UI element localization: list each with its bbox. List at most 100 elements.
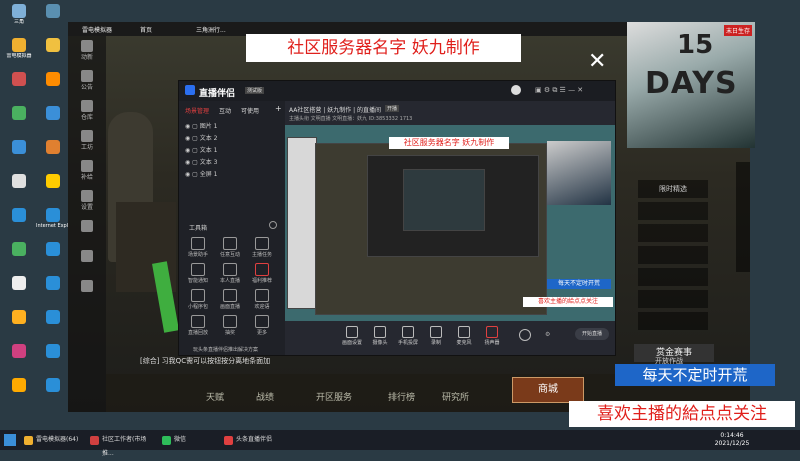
right-menu-item[interactable] — [638, 224, 708, 242]
mic-settings-icon[interactable] — [519, 329, 531, 341]
desktop-icon[interactable]: Internet Explorer — [36, 208, 70, 229]
desktop-icon[interactable] — [2, 344, 36, 359]
settings-icon[interactable] — [269, 221, 277, 229]
tool-item[interactable]: 本人直播 — [219, 263, 241, 284]
desktop-icon[interactable] — [36, 106, 70, 121]
game-sidebar-item[interactable] — [68, 216, 106, 246]
desktop-icon[interactable] — [2, 106, 36, 121]
desktop-icon[interactable] — [2, 378, 36, 393]
scene-item[interactable]: ◉ ▢ 文本 3 — [185, 157, 217, 168]
tool-item[interactable]: 欢迎语 — [251, 289, 273, 310]
app-icon — [12, 4, 26, 18]
game-sidebar-item[interactable]: 动新 — [68, 36, 106, 66]
taskbar-app[interactable]: 雷电模拟器(64) — [22, 433, 82, 447]
desktop-icon[interactable] — [36, 276, 70, 291]
desktop-icon[interactable]: 三角 — [2, 4, 36, 25]
tool-item[interactable]: 主播任务 — [251, 237, 273, 258]
tool-item[interactable]: 智能通知 — [187, 263, 209, 284]
right-menu-item[interactable] — [638, 290, 708, 308]
menu-rank[interactable]: 排行榜 — [388, 390, 415, 403]
tool-label: 本人直播 — [219, 278, 240, 284]
desktop-icon[interactable] — [2, 242, 36, 257]
stream-control[interactable]: 手机投屏 — [395, 326, 421, 346]
tab-interact[interactable]: 互动 — [219, 106, 231, 115]
tab-home[interactable]: 首页 — [140, 25, 152, 34]
store-button[interactable]: 商城 — [512, 377, 584, 403]
sidebar-icon — [81, 250, 93, 262]
taskbar-app[interactable]: 微信 — [160, 433, 216, 447]
eye-icon[interactable]: ◉ ▢ — [185, 171, 200, 178]
right-menu-item[interactable] — [638, 246, 708, 264]
game-sidebar-item[interactable]: 工坊 — [68, 126, 106, 156]
eye-icon[interactable]: ◉ ▢ — [185, 159, 200, 166]
scene-item[interactable]: ◉ ▢ 全屏 1 — [185, 169, 217, 180]
app-icon — [46, 378, 60, 392]
desktop-icon[interactable]: 雷电模拟器 — [2, 38, 36, 59]
tool-item[interactable]: 福利推荐 — [251, 263, 273, 284]
tool-item[interactable]: 任意互动 — [219, 237, 241, 258]
desktop-icon[interactable] — [36, 140, 70, 155]
tool-item[interactable]: 画面直播 — [219, 289, 241, 310]
tab-game[interactable]: 三角洲行... — [196, 25, 226, 34]
windows-start-icon[interactable] — [4, 434, 16, 446]
game-sidebar-item[interactable] — [68, 246, 106, 276]
tab-available[interactable]: 可使用 — [241, 106, 259, 115]
desktop-icon[interactable] — [2, 310, 36, 325]
right-menu-item[interactable] — [638, 312, 708, 330]
desktop-icon[interactable] — [36, 242, 70, 257]
game-sidebar-item[interactable]: 仓库 — [68, 96, 106, 126]
stream-control[interactable]: 录制 — [423, 326, 449, 346]
desktop-icon[interactable] — [36, 38, 70, 53]
eye-icon[interactable]: ◉ ▢ — [185, 147, 200, 154]
right-menu-item[interactable] — [638, 268, 708, 286]
game-sidebar-item[interactable]: 设置 — [68, 186, 106, 216]
tool-item[interactable]: 场景助手 — [187, 237, 209, 258]
desktop-icon[interactable] — [36, 310, 70, 325]
close-icon[interactable]: ✕ — [588, 49, 606, 74]
taskbar-app[interactable]: 社区工作者(市场推... — [88, 433, 156, 457]
gear-icon[interactable]: ⚙ — [545, 331, 550, 338]
menu-open-service[interactable]: 开区服务 — [316, 390, 352, 403]
desktop-icon[interactable] — [36, 174, 70, 189]
stream-control[interactable]: 麦克风 — [451, 326, 477, 346]
tab-scene-manage[interactable]: 场景管理 — [185, 106, 209, 115]
desktop-icon[interactable] — [2, 276, 36, 291]
taskbar-app[interactable]: 头条直播伴侣 — [222, 433, 292, 447]
scene-item[interactable]: ◉ ▢ 文本 1 — [185, 145, 217, 156]
menu-lab[interactable]: 研究所 — [442, 390, 469, 403]
start-live-button[interactable]: 开始直播 — [575, 328, 609, 340]
scene-item[interactable]: ◉ ▢ 图片 1 — [185, 121, 217, 132]
stream-control[interactable]: 画面设置 — [339, 326, 365, 346]
avatar[interactable] — [511, 85, 521, 95]
game-sidebar-item[interactable] — [68, 276, 106, 306]
eye-icon[interactable]: ◉ ▢ — [185, 123, 200, 130]
tool-item[interactable]: 小程序包 — [187, 289, 209, 310]
desktop-icon[interactable] — [2, 208, 36, 223]
desktop-icon[interactable] — [36, 4, 70, 19]
desktop-icon[interactable] — [2, 140, 36, 155]
right-menu-item[interactable] — [638, 202, 708, 220]
stream-control[interactable]: 摄像头 — [367, 326, 393, 346]
room-meta: 主播头衔 文明直播 文明直播：妖九 ID:3853332 1713 — [289, 116, 413, 122]
stream-control[interactable]: 扬声器 — [479, 326, 505, 346]
tool-item[interactable]: 更多 — [251, 315, 273, 336]
menu-talent[interactable]: 天赋 — [206, 390, 224, 403]
game-sidebar-item[interactable]: 公告 — [68, 66, 106, 96]
menu-record[interactable]: 战绩 — [256, 390, 274, 403]
desktop-icon[interactable] — [36, 344, 70, 359]
stream-preview[interactable]: 社区服务器名字 妖九制作 每天不定时开荒 喜欢主播的給点点关注 — [285, 125, 615, 321]
streaming-app-window[interactable]: 直播伴侣 测试版 ▣ ⚙ ⧉ ☰ — ✕ 场景管理 互动 可使用 + ◉ ▢ 图… — [178, 80, 616, 356]
desktop-icon[interactable] — [2, 72, 36, 87]
game-sidebar-item[interactable]: 补给 — [68, 156, 106, 186]
eye-icon[interactable]: ◉ ▢ — [185, 135, 200, 142]
tool-item[interactable]: 直播回放 — [187, 315, 209, 336]
desktop-icon[interactable] — [36, 72, 70, 87]
header-icons[interactable]: ▣ ⚙ ⧉ ☰ — ✕ — [535, 86, 583, 95]
tool-item[interactable]: 抽奖 — [219, 315, 241, 336]
scene-item[interactable]: ◉ ▢ 文本 2 — [185, 133, 217, 144]
right-menu-item[interactable]: 限时精选 — [638, 180, 708, 198]
desktop-icon[interactable] — [2, 174, 36, 189]
add-scene-icon[interactable]: + — [275, 104, 282, 113]
desktop-icon[interactable] — [36, 378, 70, 393]
control-icon — [486, 326, 498, 338]
